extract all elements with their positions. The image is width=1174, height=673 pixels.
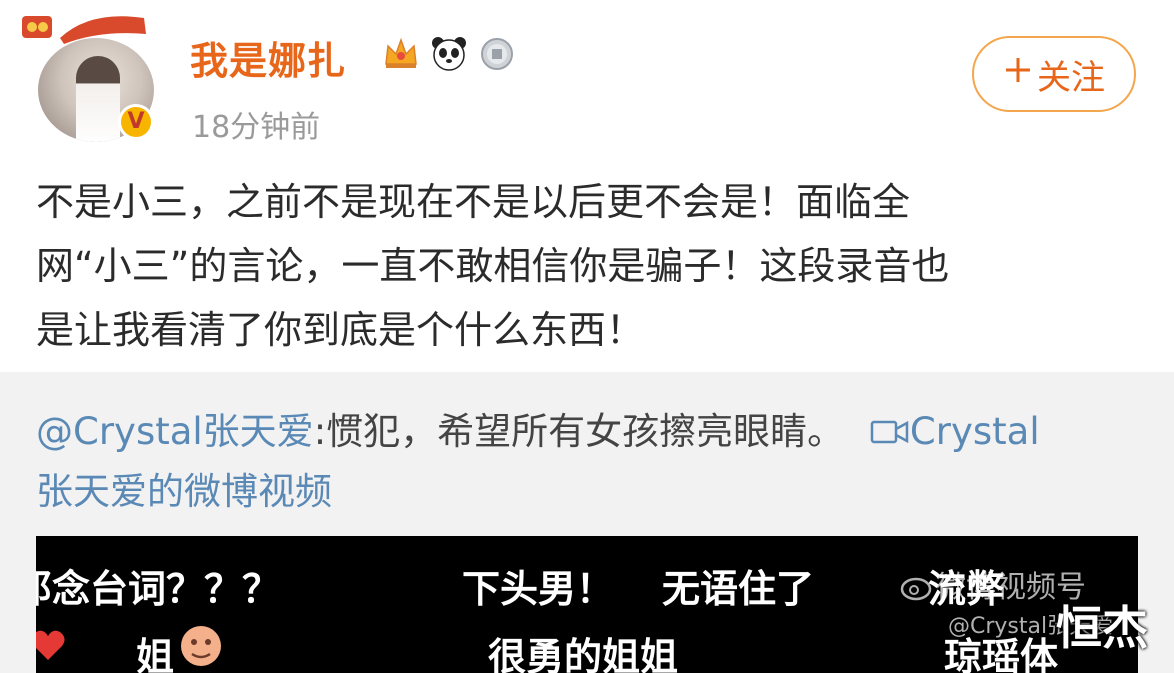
heart-icon (36, 628, 66, 666)
video-link-line2: 张天爱的微博视频 (36, 470, 332, 513)
crown-icon (382, 34, 420, 72)
danmaku-comment: 邓念台词？？？ (36, 567, 281, 611)
video-link-line1: Crystal (909, 410, 1040, 453)
danmaku-comment: 姐 (136, 635, 175, 673)
content-line: 不是小三，之前不是现在不是以后更不会是！面临全 (36, 180, 911, 224)
panda-icon (430, 34, 468, 72)
danmaku-comment: 流弊 (928, 567, 1005, 611)
danmaku-comment: 很勇的姐姐 (488, 635, 679, 673)
content-line: 是让我看清了你到底是个什么东西！ (36, 308, 645, 352)
emoji-sticker-icon (176, 622, 226, 673)
danmaku-comment: 无语住了 (662, 567, 815, 611)
reposted-content[interactable]: @Crystal张天爱:惯犯，希望所有女孩擦亮眼睛。 Crystal 张天爱的微… (0, 372, 1174, 673)
danmaku-comment: 下头男！ (462, 567, 615, 611)
corner-watermark: 恒杰 (1056, 601, 1148, 655)
video-icon (870, 420, 909, 444)
danmaku-comment: 琼瑶体 (944, 635, 1059, 673)
avatar-frame-decoration-icon (22, 16, 146, 44)
repost-text: @Crystal张天爱:惯犯，希望所有女孩擦亮眼睛。 Crystal 张天爱的微… (36, 402, 1146, 522)
verified-badge-icon: V (118, 104, 154, 140)
weibo-post: V 我是娜扎 18分钟前 关注 不是小三，之前不是现在不是以后更不会是！面临全 … (0, 0, 1174, 372)
avatar-photo (76, 56, 120, 142)
repost-body: :惯犯，希望所有女孩擦亮眼睛。 (313, 410, 845, 453)
post-timestamp: 18分钟前 (192, 110, 321, 145)
medal-icon (478, 34, 516, 72)
post-content: 不是小三，之前不是现在不是以后更不会是！面临全 网“小三”的言论，一直不敢相信你… (36, 170, 1136, 362)
follow-label: 关注 (1037, 57, 1105, 98)
video-player[interactable]: 邓念台词？？？ 下头男！ 无语住了 微博视频号 流弊 @Crystal张天爱 姐 (36, 536, 1138, 673)
content-line: 网“小三”的言论，一直不敢相信你是骗子！这段录音也 (36, 244, 950, 288)
mention-link[interactable]: @Crystal张天爱 (36, 410, 314, 453)
user-badges (382, 34, 516, 72)
username[interactable]: 我是娜扎 (190, 30, 346, 85)
follow-button[interactable]: 关注 (972, 36, 1136, 112)
plus-icon (1003, 54, 1033, 94)
